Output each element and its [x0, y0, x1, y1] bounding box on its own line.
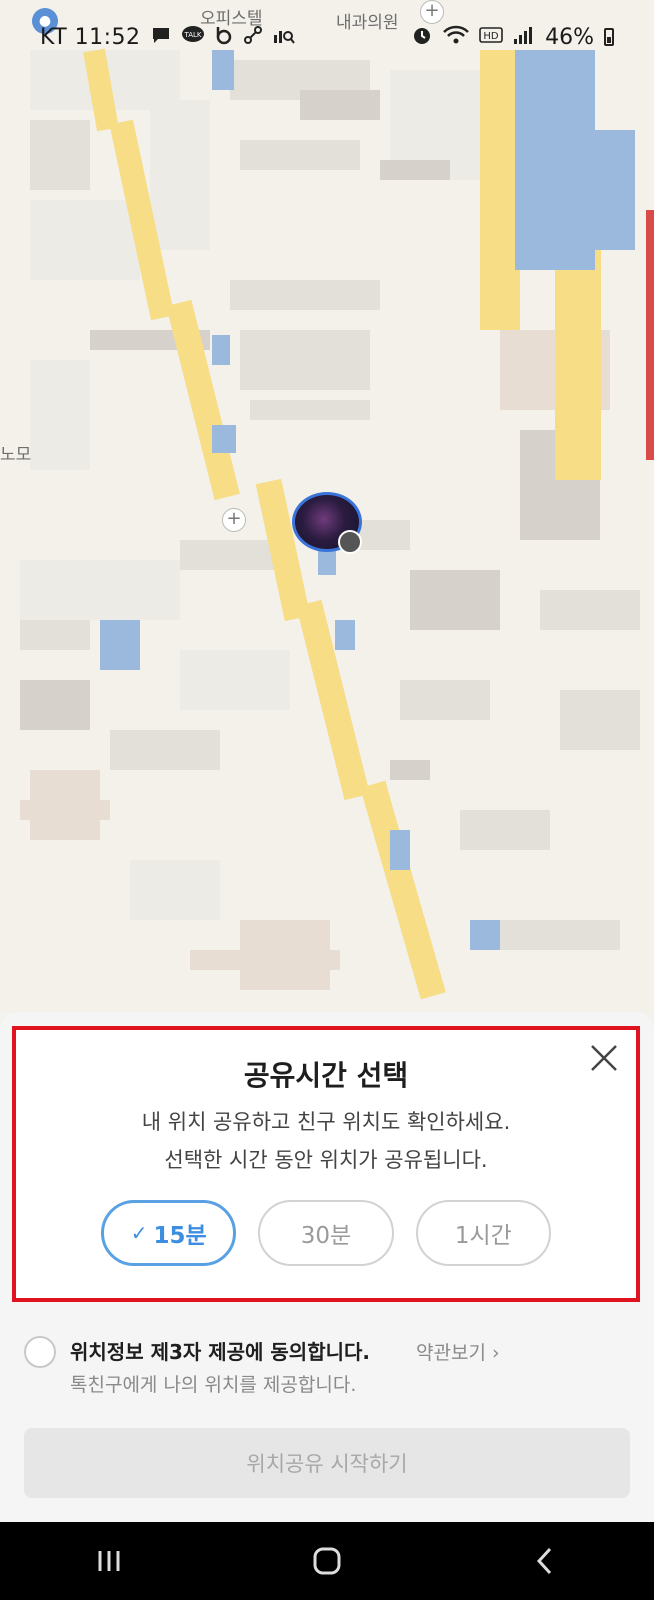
back-icon[interactable] [515, 1536, 575, 1586]
map-block [20, 680, 90, 730]
map-block [540, 590, 640, 630]
share-time-dialog: 공유시간 선택 내 위치 공유하고 친구 위치도 확인하세요. 선택한 시간 동… [12, 1026, 640, 1302]
map-road [575, 130, 635, 250]
map-road [360, 780, 446, 1000]
map-plus-icon[interactable]: + [222, 508, 246, 532]
map-road [555, 240, 601, 480]
svg-text:HD: HD [483, 31, 499, 42]
map-block [360, 520, 410, 550]
map-road [212, 335, 230, 365]
map-block [190, 950, 340, 970]
map-block [560, 690, 640, 750]
map-road [470, 920, 500, 950]
map-block [180, 650, 290, 710]
map-road [390, 830, 410, 870]
map-block [460, 810, 550, 850]
consent-checkbox[interactable] [24, 1336, 56, 1368]
start-location-share-button[interactable]: 위치공유 시작하기 [24, 1428, 630, 1498]
alarm-icon [411, 24, 433, 51]
dialog-title: 공유시간 선택 [243, 1059, 409, 1092]
dialog-description: 선택한 시간 동안 위치가 공유됩니다. [164, 1148, 488, 1172]
battery-icon [604, 28, 614, 46]
map-block [20, 560, 180, 620]
map-block [300, 90, 380, 120]
map-road [212, 425, 236, 453]
carrier-time: KT 11:52 [40, 24, 141, 50]
map-block [30, 120, 90, 190]
map-block [400, 680, 490, 720]
terms-link[interactable]: 약관보기 › [416, 1338, 500, 1365]
avatar-badge-icon [338, 530, 362, 554]
link-icon [243, 25, 263, 50]
map-block [380, 160, 450, 180]
map-label: 노모 [0, 445, 32, 465]
map-block [20, 620, 90, 650]
map-block [250, 400, 370, 420]
hd-icon: HD [479, 26, 503, 49]
home-icon[interactable] [297, 1536, 357, 1586]
option-label: 1시간 [454, 1223, 512, 1249]
status-bar: KT 11:52 TALK HD 46% [0, 14, 654, 60]
wifi-icon [443, 25, 469, 50]
battery-percent: 46% [545, 24, 594, 50]
check-icon: ✓ [130, 1221, 148, 1245]
search-chart-icon [273, 25, 295, 50]
dialog-description: 내 위치 공유하고 친구 위치도 확인하세요. [141, 1110, 511, 1134]
map-road [296, 599, 370, 801]
map-block [150, 100, 210, 250]
map-road [335, 620, 355, 650]
map-block [240, 330, 370, 390]
consent-row: 위치정보 제3자 제공에 동의합니다. 약관보기 › 톡친구에게 나의 위치를 … [24, 1334, 634, 1404]
option-label: 15분 [153, 1223, 207, 1249]
map-block [110, 730, 220, 770]
option-30min-button[interactable]: 30분 [258, 1200, 394, 1266]
message-icon [151, 26, 171, 49]
map-road [100, 620, 140, 670]
map-block [30, 360, 90, 470]
option-15min-button[interactable]: ✓ 15분 [101, 1200, 237, 1266]
map-view[interactable]: 오피스텔 내과의원 노모 + + ● [0, 0, 654, 1012]
close-icon[interactable] [586, 1040, 622, 1076]
map-block [130, 860, 220, 920]
b-app-icon [215, 25, 233, 50]
signal-icon [513, 25, 535, 50]
map-block [410, 570, 500, 630]
map-block [30, 200, 140, 280]
map-road [646, 210, 654, 460]
system-nav-bar [0, 1522, 654, 1600]
consent-text: 위치정보 제3자 제공에 동의합니다. [70, 1340, 371, 1364]
map-block [240, 140, 360, 170]
option-1hour-button[interactable]: 1시간 [415, 1200, 551, 1266]
kakaotalk-icon: TALK [181, 25, 205, 50]
duration-options: ✓ 15분 30분 1시간 [101, 1200, 551, 1270]
recent-apps-icon[interactable] [79, 1536, 139, 1586]
map-block [390, 760, 430, 780]
chevron-right-icon: › [491, 1342, 500, 1364]
consent-subtext: 톡친구에게 나의 위치를 제공합니다. [70, 1374, 357, 1396]
map-block [500, 920, 620, 950]
start-button-label: 위치공유 시작하기 [246, 1452, 408, 1476]
option-label: 30분 [300, 1223, 352, 1249]
terms-link-label: 약관보기 [416, 1342, 486, 1364]
svg-text:TALK: TALK [183, 31, 201, 39]
map-block [230, 280, 380, 310]
map-block [20, 800, 110, 820]
map-road [480, 50, 520, 330]
